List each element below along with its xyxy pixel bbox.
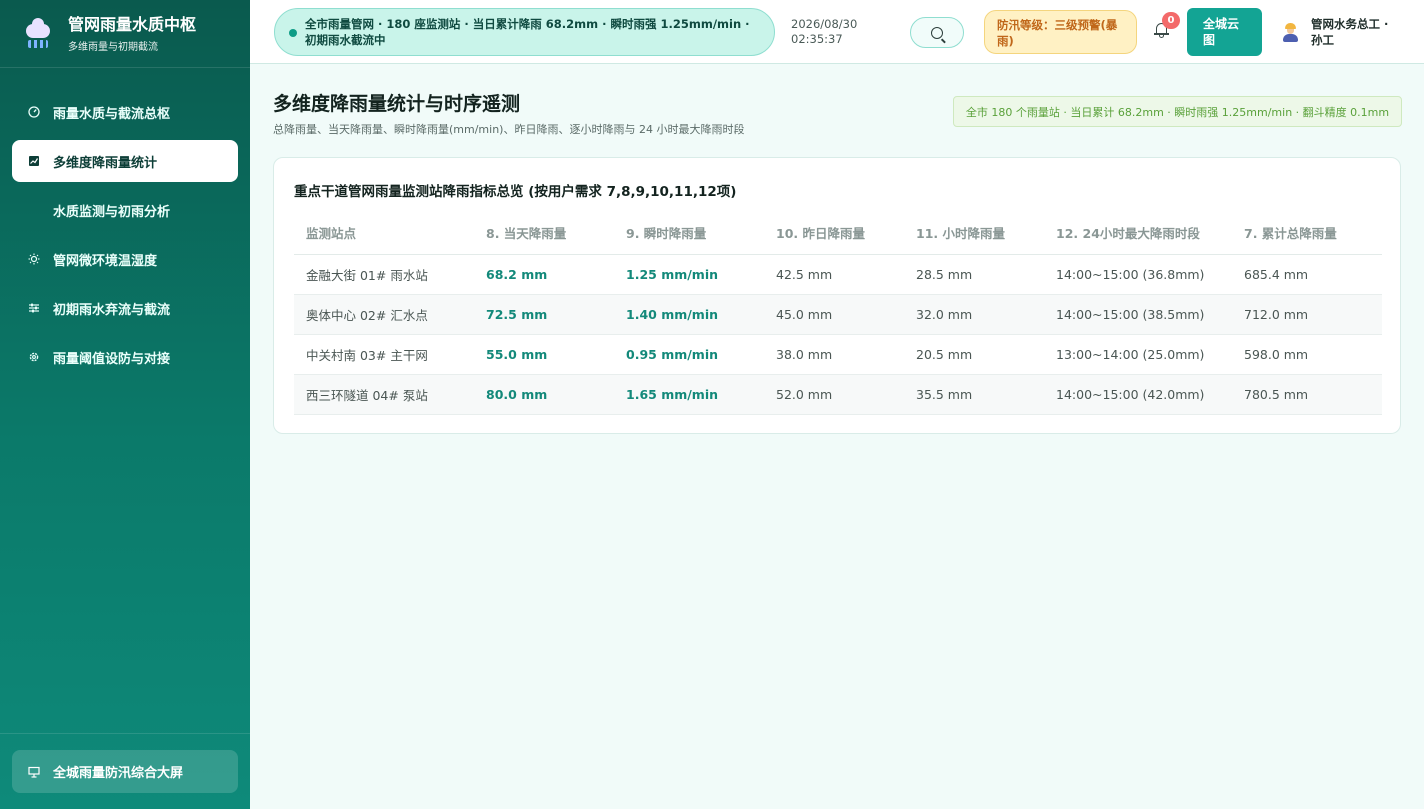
sun-icon bbox=[28, 253, 40, 265]
column-header: 10. 昨日降雨量 bbox=[764, 212, 904, 255]
sidebar-item-water-quality[interactable]: 水质监测与初雨分析 bbox=[12, 189, 238, 231]
today-rainfall-cell: 72.5 mm bbox=[474, 294, 614, 335]
brand-title: 管网雨量水质中枢 bbox=[68, 14, 197, 34]
big-screen-button[interactable]: 全城雨量防汛综合大屏 bbox=[12, 750, 238, 793]
sidebar-item-rainfall-stats[interactable]: 多维度降雨量统计 bbox=[12, 140, 238, 182]
sidebar-footer: 全城雨量防汛综合大屏 bbox=[0, 733, 250, 809]
instant-rainfall-cell: 1.40 mm/min bbox=[614, 294, 764, 335]
table-row[interactable]: 西三环隧道 04# 泵站 80.0 mm 1.65 mm/min 52.0 mm… bbox=[294, 374, 1382, 415]
max-period-cell: 14:00~15:00 (38.5mm) bbox=[1044, 294, 1232, 335]
search-button[interactable] bbox=[910, 17, 964, 48]
max-period-cell: 14:00~15:00 (42.0mm) bbox=[1044, 374, 1232, 415]
page-title: 多维度降雨量统计与时序遥测 bbox=[273, 93, 521, 115]
yesterday-rainfall-cell: 45.0 mm bbox=[764, 294, 904, 335]
max-period-cell: 13:00~14:00 (25.0mm) bbox=[1044, 334, 1232, 375]
summary-badge: 全市 180 个雨量站 · 当日累计 68.2mm · 瞬时雨强 1.25mm/… bbox=[953, 96, 1402, 127]
total-rainfall-cell: 712.0 mm bbox=[1232, 294, 1382, 335]
total-rainfall-cell: 780.5 mm bbox=[1232, 374, 1382, 415]
rain-cloud-icon bbox=[24, 17, 52, 48]
instant-rainfall-cell: 0.95 mm/min bbox=[614, 334, 764, 375]
rainfall-table: 监测站点 8. 当天降雨量 9. 瞬时降雨量 10. 昨日降雨量 11. 小时降… bbox=[294, 212, 1382, 415]
sidebar-item-first-flush[interactable]: 初期雨水弃流与截流 bbox=[12, 287, 238, 329]
station-cell: 奥体中心 02# 汇水点 bbox=[294, 294, 474, 335]
instant-rainfall-cell: 1.25 mm/min bbox=[614, 254, 764, 295]
ticker-text: 全市雨量管网 · 180 座监测站 · 当日累计降雨 68.2mm · 瞬时雨强… bbox=[305, 17, 750, 47]
column-header: 监测站点 bbox=[294, 212, 474, 255]
big-screen-label: 全城雨量防汛综合大屏 bbox=[53, 766, 184, 781]
datetime: 2026/08/30 02:35:37 bbox=[791, 17, 857, 47]
yesterday-rainfall-cell: 38.0 mm bbox=[764, 334, 904, 375]
column-header: 7. 累计总降雨量 bbox=[1232, 212, 1382, 255]
sidebar-item-label: 水质监测与初雨分析 bbox=[53, 204, 171, 220]
page-subtitle: 总降雨量、当天降雨量、瞬时降雨量(mm/min)、昨日降雨、逐小时降雨与 24 … bbox=[273, 123, 745, 136]
max-period-cell: 14:00~15:00 (36.8mm) bbox=[1044, 254, 1232, 295]
hourly-rainfall-cell: 32.0 mm bbox=[904, 294, 1044, 335]
table-row[interactable]: 金融大街 01# 雨水站 68.2 mm 1.25 mm/min 42.5 mm… bbox=[294, 254, 1382, 295]
sidebar-item-microclimate[interactable]: 管网微环境温湿度 bbox=[12, 238, 238, 280]
brand-subtitle: 多维雨量与初期截流 bbox=[68, 41, 158, 53]
user-name[interactable]: 管网水务总工 · 孙工 bbox=[1311, 16, 1401, 48]
sidebar-item-label: 多维度降雨量统计 bbox=[53, 155, 158, 171]
date-text: 2026/08/30 bbox=[791, 17, 858, 31]
live-dot-icon bbox=[289, 29, 297, 37]
total-rainfall-cell: 598.0 mm bbox=[1232, 334, 1382, 375]
card-title: 重点干道管网雨量监测站降雨指标总览 (按用户需求 7,8,9,10,11,12项… bbox=[294, 184, 737, 200]
sidebar-item-label: 雨量水质与截流总枢 bbox=[53, 106, 171, 122]
total-rainfall-cell: 685.4 mm bbox=[1232, 254, 1382, 295]
top-header: 全市雨量管网 · 180 座监测站 · 当日累计降雨 68.2mm · 瞬时雨强… bbox=[250, 0, 1424, 64]
sidebar-item-label: 初期雨水弃流与截流 bbox=[53, 302, 171, 318]
gauge-icon bbox=[28, 106, 40, 118]
table-row[interactable]: 奥体中心 02# 汇水点 72.5 mm 1.40 mm/min 45.0 mm… bbox=[294, 294, 1382, 335]
notification-count-badge: 0 bbox=[1162, 12, 1180, 29]
hourly-rainfall-cell: 35.5 mm bbox=[904, 374, 1044, 415]
status-ticker: 全市雨量管网 · 180 座监测站 · 当日累计降雨 68.2mm · 瞬时雨强… bbox=[274, 8, 775, 56]
column-header: 12. 24小时最大降雨时段 bbox=[1044, 212, 1232, 255]
today-rainfall-cell: 55.0 mm bbox=[474, 334, 614, 375]
sliders-icon bbox=[28, 302, 40, 314]
sidebar: 管网雨量水质中枢 多维雨量与初期截流 雨量水质与截流总枢 多维度降雨量统计 水质… bbox=[0, 0, 250, 809]
gear-icon bbox=[28, 351, 40, 363]
column-header: 11. 小时降雨量 bbox=[904, 212, 1044, 255]
station-cell: 西三环隧道 04# 泵站 bbox=[294, 374, 474, 415]
time-text: 02:35:37 bbox=[791, 32, 843, 46]
yesterday-rainfall-cell: 52.0 mm bbox=[764, 374, 904, 415]
yesterday-rainfall-cell: 42.5 mm bbox=[764, 254, 904, 295]
column-header: 9. 瞬时降雨量 bbox=[614, 212, 764, 255]
station-cell: 中关村南 03# 主干网 bbox=[294, 334, 474, 375]
column-header: 8. 当天降雨量 bbox=[474, 212, 614, 255]
rainfall-table-card: 重点干道管网雨量监测站降雨指标总览 (按用户需求 7,8,9,10,11,12项… bbox=[273, 157, 1401, 434]
sidebar-item-threshold[interactable]: 雨量阈值设防与对接 bbox=[12, 336, 238, 378]
station-cell: 金融大街 01# 雨水站 bbox=[294, 254, 474, 295]
today-rainfall-cell: 80.0 mm bbox=[474, 374, 614, 415]
city-cloud-map-button[interactable]: 全城云图 bbox=[1187, 8, 1262, 56]
sidebar-nav: 雨量水质与截流总枢 多维度降雨量统计 水质监测与初雨分析 管网微环境温湿度 初期… bbox=[0, 68, 250, 378]
search-icon bbox=[931, 26, 943, 39]
sidebar-item-label: 雨量阈值设防与对接 bbox=[53, 351, 171, 367]
sidebar-item-label: 管网微环境温湿度 bbox=[53, 253, 158, 269]
table-row[interactable]: 中关村南 03# 主干网 55.0 mm 0.95 mm/min 38.0 mm… bbox=[294, 334, 1382, 375]
today-rainfall-cell: 68.2 mm bbox=[474, 254, 614, 295]
instant-rainfall-cell: 1.65 mm/min bbox=[614, 374, 764, 415]
brand: 管网雨量水质中枢 多维雨量与初期截流 bbox=[0, 0, 250, 68]
avatar[interactable] bbox=[1282, 23, 1299, 42]
flood-alert-badge: 防汛等级：三级预警(暴雨) bbox=[984, 10, 1137, 54]
hourly-rainfall-cell: 20.5 mm bbox=[904, 334, 1044, 375]
chart-icon bbox=[28, 155, 40, 167]
table-header-row: 监测站点 8. 当天降雨量 9. 瞬时降雨量 10. 昨日降雨量 11. 小时降… bbox=[294, 212, 1382, 255]
sidebar-item-overview[interactable]: 雨量水质与截流总枢 bbox=[12, 91, 238, 133]
hourly-rainfall-cell: 28.5 mm bbox=[904, 254, 1044, 295]
presentation-icon bbox=[28, 766, 40, 778]
